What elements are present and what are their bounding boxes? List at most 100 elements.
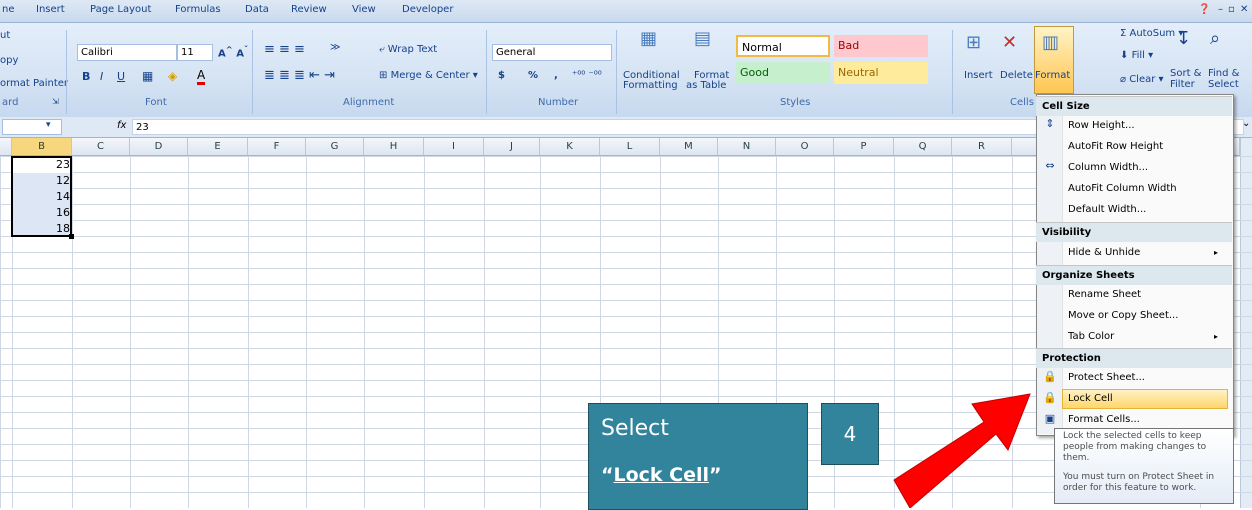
- style-neutral[interactable]: Neutral: [834, 62, 928, 84]
- menu-move-copy-sheet[interactable]: Move or Copy Sheet...: [1068, 306, 1232, 326]
- column-header[interactable]: Q: [894, 138, 952, 155]
- percent-button[interactable]: %: [528, 70, 538, 81]
- column-header[interactable]: E: [188, 138, 248, 155]
- font-color-icon[interactable]: A: [197, 68, 206, 85]
- column-header[interactable]: G: [306, 138, 364, 155]
- tab-page-layout[interactable]: Page Layout: [90, 4, 151, 15]
- menu-rename-sheet[interactable]: Rename Sheet: [1068, 285, 1232, 305]
- borders-icon[interactable]: ▦: [142, 69, 153, 83]
- cut-button[interactable]: ut: [0, 30, 10, 41]
- sort-filter-label1[interactable]: Sort &: [1170, 68, 1201, 79]
- format-painter-button[interactable]: ormat Painter: [0, 78, 68, 89]
- row-height-icon: ⇕: [1045, 117, 1055, 130]
- autosum-button[interactable]: Σ AutoSum ▾: [1120, 28, 1183, 39]
- minimize-icon[interactable]: –: [1218, 4, 1223, 15]
- fill-handle[interactable]: [69, 234, 74, 239]
- currency-button[interactable]: $: [498, 70, 505, 81]
- tab-formulas[interactable]: Formulas: [175, 4, 221, 15]
- style-normal[interactable]: Normal: [736, 35, 830, 57]
- find-select-label2[interactable]: Select: [1208, 79, 1239, 90]
- menu-tab-color[interactable]: Tab Color: [1068, 327, 1232, 347]
- sort-filter-label2[interactable]: Filter: [1170, 79, 1195, 90]
- clear-button[interactable]: ⌀ Clear ▾: [1120, 74, 1164, 85]
- menu-lock-cell[interactable]: Lock Cell: [1068, 389, 1232, 409]
- find-select-label1[interactable]: Find &: [1208, 68, 1239, 79]
- column-header[interactable]: C: [72, 138, 130, 155]
- tooltip-line2: You must turn on Protect Sheet in order …: [1063, 472, 1215, 493]
- font-size-box[interactable]: 11: [177, 44, 213, 61]
- insert-button[interactable]: Insert: [964, 70, 993, 81]
- menu-column-width[interactable]: Column Width...: [1068, 158, 1232, 178]
- callout-select-text: Select: [601, 416, 669, 441]
- format-as-table-label2[interactable]: as Table: [686, 80, 726, 91]
- clear-label: Clear: [1129, 74, 1156, 85]
- copy-button[interactable]: opy: [0, 55, 18, 66]
- tab-developer[interactable]: Developer: [402, 4, 453, 15]
- align-top-icon[interactable]: ≡ ≡ ≡: [264, 42, 305, 57]
- column-header[interactable]: K: [540, 138, 600, 155]
- merge-center-button[interactable]: ⊞ Merge & Center ▾: [379, 70, 478, 81]
- column-header[interactable]: I: [424, 138, 484, 155]
- orientation-icon[interactable]: ≫: [330, 42, 340, 53]
- column-header[interactable]: M: [660, 138, 718, 155]
- tab-data[interactable]: Data: [245, 4, 269, 15]
- find-select-icon[interactable]: ⌕: [1210, 28, 1220, 49]
- column-header[interactable]: J: [484, 138, 540, 155]
- column-header[interactable]: L: [600, 138, 660, 155]
- tab-review[interactable]: Review: [291, 4, 327, 15]
- style-bad[interactable]: Bad: [834, 35, 928, 57]
- menu-autofit-column-width[interactable]: AutoFit Column Width: [1068, 179, 1232, 199]
- column-header[interactable]: F: [248, 138, 306, 155]
- column-header[interactable]: O: [776, 138, 834, 155]
- function-icon[interactable]: fx: [117, 120, 126, 131]
- bold-button[interactable]: B: [82, 70, 90, 83]
- column-header[interactable]: N: [718, 138, 776, 155]
- fill-label: Fill: [1131, 50, 1145, 61]
- font-name-box[interactable]: Calibri: [77, 44, 177, 61]
- help-icon[interactable]: ❓: [1198, 4, 1210, 15]
- tab-insert[interactable]: Insert: [36, 4, 65, 15]
- select-all-corner[interactable]: [0, 138, 12, 155]
- delete-icon[interactable]: ✕: [1002, 32, 1017, 53]
- column-header[interactable]: P: [834, 138, 894, 155]
- fill-button[interactable]: ⬇ Fill ▾: [1120, 50, 1153, 61]
- underline-button[interactable]: U: [117, 70, 125, 83]
- gridline: [484, 156, 485, 508]
- column-header[interactable]: B: [12, 138, 72, 155]
- expand-formula-icon[interactable]: ⌄: [1242, 118, 1250, 129]
- italic-button[interactable]: I: [100, 70, 103, 83]
- menu-autofit-row-height[interactable]: AutoFit Row Height: [1068, 137, 1232, 157]
- fill-color-icon[interactable]: ◈: [168, 69, 177, 83]
- number-format-box[interactable]: General: [492, 44, 612, 61]
- menu-default-width[interactable]: Default Width...: [1068, 200, 1232, 220]
- tab-home[interactable]: ne: [2, 4, 15, 15]
- conditional-formatting-icon[interactable]: ▦: [640, 28, 657, 49]
- grow-font-button[interactable]: A^ Aˇ: [218, 44, 248, 59]
- decimal-icons[interactable]: ⁺⁰⁰ ⁻⁰⁰: [572, 70, 602, 81]
- menu-protect-sheet[interactable]: Protect Sheet...: [1068, 368, 1232, 388]
- column-header[interactable]: R: [952, 138, 1012, 155]
- delete-button[interactable]: Delete: [1000, 70, 1033, 81]
- conditional-formatting-label2[interactable]: Formatting: [623, 80, 678, 91]
- menu-row-height[interactable]: Row Height...: [1068, 116, 1232, 136]
- align-left-icon[interactable]: ≣ ≣ ≣ ⇤ ⇥: [264, 68, 335, 83]
- format-button[interactable]: Format: [1035, 70, 1070, 81]
- style-good[interactable]: Good: [736, 62, 830, 84]
- name-box[interactable]: [2, 119, 62, 135]
- wrap-text-button[interactable]: ⤶ Wrap Text: [379, 44, 437, 55]
- column-header[interactable]: H: [364, 138, 424, 155]
- comma-button[interactable]: ,: [554, 70, 558, 81]
- menu-hide-unhide[interactable]: Hide & Unhide: [1068, 243, 1232, 263]
- menu-format-cells[interactable]: Format Cells...: [1068, 410, 1232, 430]
- insert-icon[interactable]: ⊞: [966, 32, 981, 53]
- column-header[interactable]: D: [130, 138, 188, 155]
- close-icon[interactable]: ✕: [1240, 4, 1248, 15]
- restore-icon[interactable]: ▫: [1228, 4, 1235, 15]
- tab-view[interactable]: View: [352, 4, 376, 15]
- sort-filter-icon[interactable]: ↧: [1176, 28, 1191, 49]
- protect-sheet-icon: 🔒: [1043, 370, 1057, 383]
- clipboard-launcher-icon[interactable]: ⇲: [52, 97, 59, 106]
- gridline: [306, 156, 307, 508]
- format-as-table-icon[interactable]: ▤: [694, 28, 711, 49]
- name-box-dropdown-icon[interactable]: ▾: [46, 120, 51, 130]
